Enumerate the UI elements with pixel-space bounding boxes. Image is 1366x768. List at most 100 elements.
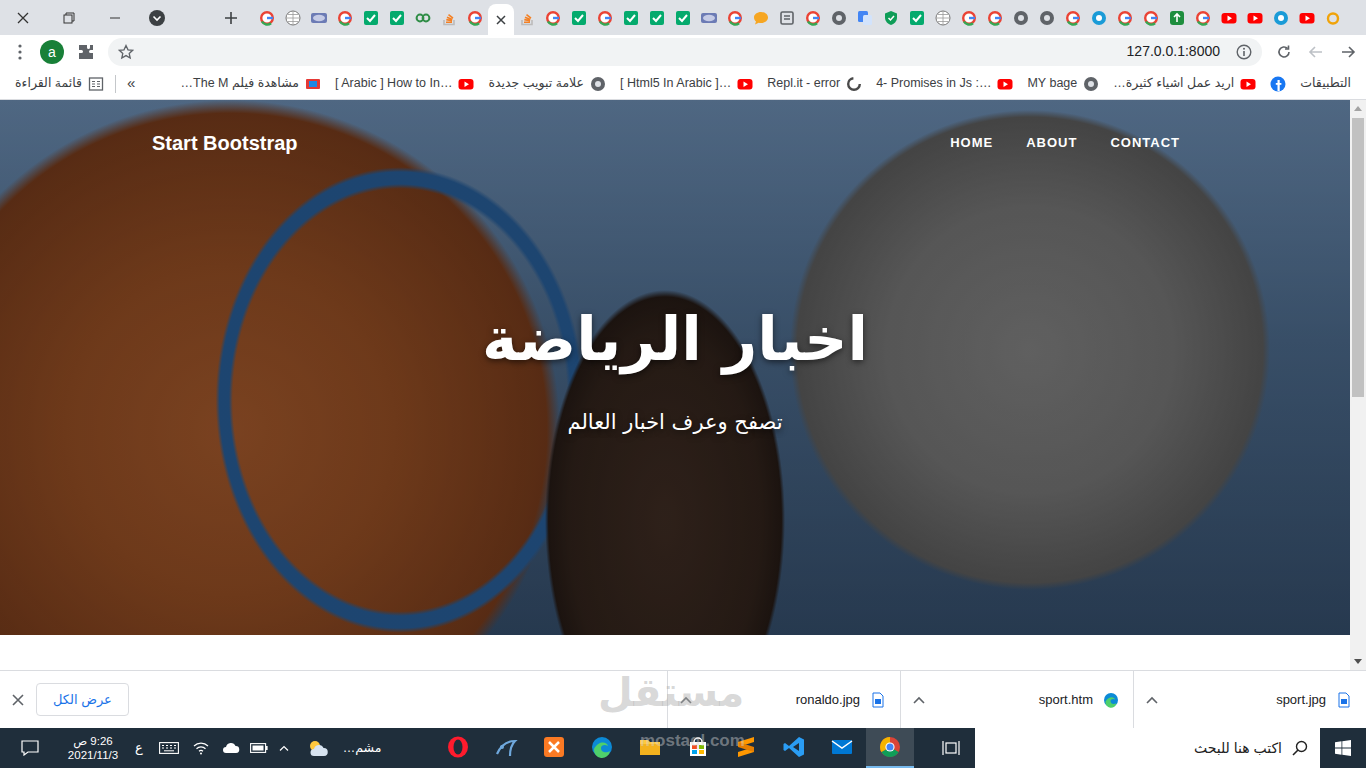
site-brand[interactable]: Start Bootstrap (152, 128, 298, 158)
scrollbar-thumb[interactable] (1352, 118, 1364, 397)
browser-tab[interactable] (436, 0, 462, 35)
scroll-down-icon[interactable] (1350, 654, 1366, 670)
bookmark-item[interactable]: 4- Promises in Js :… (869, 71, 1020, 96)
nav-link[interactable]: HOME (950, 133, 993, 153)
close-tab-icon[interactable] (496, 15, 506, 25)
browser-tab[interactable] (1242, 0, 1268, 35)
restore-window-icon[interactable] (46, 0, 92, 35)
profile-avatar[interactable]: a (40, 40, 64, 64)
browser-tab[interactable] (410, 0, 436, 35)
browser-tab[interactable] (826, 0, 852, 35)
weather-text[interactable]: مشم… (332, 728, 392, 768)
bookmark-item[interactable]: التطبيقات (1293, 71, 1358, 96)
download-options-chevron-icon[interactable] (1146, 696, 1158, 704)
browser-tab[interactable] (696, 0, 722, 35)
input-language[interactable]: ع (126, 728, 152, 768)
download-item[interactable]: ronaldo.jpg (667, 671, 900, 729)
browser-tab[interactable] (1086, 0, 1112, 35)
browser-tab[interactable] (1216, 0, 1242, 35)
browser-tab[interactable] (618, 0, 644, 35)
browser-tab[interactable] (566, 0, 592, 35)
minimize-window-icon[interactable] (92, 0, 138, 35)
bookmark-item[interactable]: [ Html5 In Arabic ]… (613, 71, 760, 96)
taskbar-app[interactable] (578, 728, 626, 768)
taskbar-app[interactable] (626, 728, 674, 768)
browser-tab[interactable] (540, 0, 566, 35)
browser-tab[interactable] (878, 0, 904, 35)
download-item[interactable]: sport.htm (900, 671, 1133, 729)
browser-tab[interactable] (488, 4, 514, 35)
taskbar-app[interactable] (674, 728, 722, 768)
browser-tab[interactable] (930, 0, 956, 35)
bookmark-item[interactable]: علامة تبويب جديدة (481, 71, 613, 96)
reload-icon[interactable] (1268, 37, 1300, 67)
address-text[interactable]: 127.0.0.1:8000 (1127, 41, 1220, 62)
browser-tab[interactable] (956, 0, 982, 35)
taskbar-app[interactable] (482, 728, 530, 768)
bookmark-item[interactable] (1263, 73, 1293, 95)
new-tab-icon[interactable] (216, 3, 246, 33)
close-downloads-icon[interactable] (0, 671, 36, 729)
taskbar-search-box[interactable]: اكتب هنا للبحث (975, 728, 1320, 768)
browser-tab[interactable] (1190, 0, 1216, 35)
site-info-icon[interactable] (1236, 44, 1252, 60)
scroll-up-icon[interactable] (1350, 100, 1366, 116)
taskbar-app[interactable] (530, 728, 578, 768)
browser-tab[interactable] (800, 0, 826, 35)
browser-tab[interactable] (462, 0, 488, 35)
wifi-icon[interactable] (186, 728, 216, 768)
browser-tab[interactable] (1008, 0, 1034, 35)
download-item[interactable]: sport.jpg (1133, 671, 1366, 729)
browser-tab[interactable] (1138, 0, 1164, 35)
browser-tab[interactable] (852, 0, 878, 35)
notifications-icon[interactable] (0, 728, 60, 768)
page-scrollbar[interactable] (1350, 100, 1366, 670)
nav-link[interactable]: CONTACT (1110, 133, 1180, 153)
taskbar-app[interactable] (866, 728, 914, 768)
browser-tab[interactable] (644, 0, 670, 35)
keyboard-icon[interactable] (152, 728, 186, 768)
show-hidden-icons-icon[interactable] (272, 728, 296, 768)
task-view-icon[interactable] (936, 728, 966, 768)
weather-icon[interactable] (304, 728, 332, 768)
show-all-button[interactable]: عرض الكل (36, 683, 129, 717)
back-arrow-icon[interactable] (1332, 37, 1364, 67)
browser-tab[interactable] (904, 0, 930, 35)
scrollbar-track[interactable] (1350, 116, 1366, 654)
clock[interactable]: 9:26 ص2021/11/3 (60, 728, 126, 768)
browser-tab[interactable] (358, 0, 384, 35)
browser-tab[interactable] (280, 0, 306, 35)
bookmark-item[interactable]: MY bage (1020, 71, 1106, 96)
browser-tab[interactable] (1034, 0, 1060, 35)
browser-tab[interactable] (306, 0, 332, 35)
browser-tab[interactable] (1294, 0, 1320, 35)
battery-icon[interactable] (246, 728, 272, 768)
browser-tab[interactable] (748, 0, 774, 35)
browser-tab[interactable] (670, 0, 696, 35)
taskbar-app[interactable] (770, 728, 818, 768)
taskbar-app[interactable] (722, 728, 770, 768)
browser-tab[interactable] (254, 0, 280, 35)
start-windows-icon[interactable] (1320, 728, 1366, 768)
tab-search-icon[interactable] (142, 3, 172, 33)
reading-list-button[interactable]: قائمة القراءة (8, 71, 111, 96)
browser-tab[interactable] (514, 0, 540, 35)
browser-tab[interactable] (1268, 0, 1294, 35)
browser-tab[interactable] (332, 0, 358, 35)
browser-tab[interactable] (592, 0, 618, 35)
download-options-chevron-icon[interactable] (913, 696, 925, 704)
bookmark-item[interactable]: Repl.it - error (760, 71, 869, 96)
nav-link[interactable]: ABOUT (1026, 133, 1077, 153)
browser-tab[interactable] (982, 0, 1008, 35)
bookmark-item[interactable]: مشاهدة فيلم The M… (174, 71, 328, 96)
browser-tab[interactable] (1164, 0, 1190, 35)
browser-tab[interactable] (722, 0, 748, 35)
taskbar-app[interactable] (818, 728, 866, 768)
address-bar[interactable]: 127.0.0.1:8000 (108, 38, 1262, 66)
extensions-icon[interactable] (70, 37, 102, 67)
menu-icon[interactable] (4, 37, 36, 67)
bookmark-star-icon[interactable] (118, 44, 134, 60)
more-bookmarks-button[interactable]: » (120, 69, 142, 98)
onedrive-cloud-icon[interactable] (216, 728, 246, 768)
profile-button[interactable]: a (38, 37, 66, 67)
